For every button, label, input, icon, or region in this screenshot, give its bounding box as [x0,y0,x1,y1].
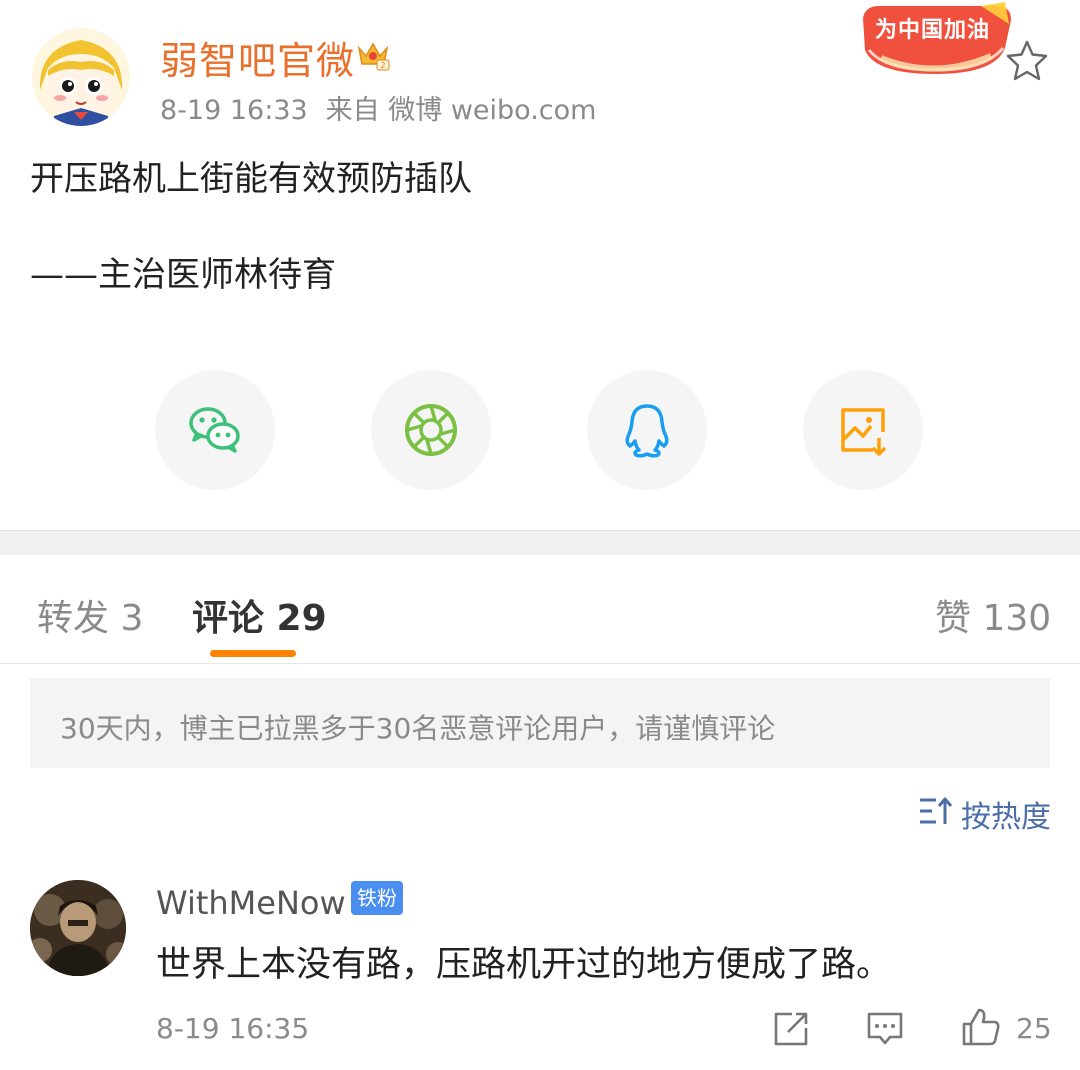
active-tab-indicator [210,650,296,657]
commenter-name[interactable]: WithMeNow [156,884,346,922]
comment-notice: 30天内，博主已拉黑多于30名恶意评论用户，请谨慎评论 [30,678,1050,768]
tab-repost[interactable]: 转发 3 [37,589,143,641]
save-image-icon [841,408,887,456]
post-time: 8-19 16:33 [160,95,308,126]
save-image-button[interactable] [803,370,923,490]
comment-text: 世界上本没有路，压路机开过的地方便成了路。 [156,945,892,985]
post-text-line: 开压路机上街能有效预防插队 [30,159,472,199]
svg-text:2: 2 [380,61,385,70]
repost-icon[interactable] [772,1010,810,1048]
moments-icon [405,404,457,456]
share-wechat-button[interactable] [155,370,275,490]
wechat-icon [189,407,240,453]
comment-time: 8-19 16:35 [156,1012,310,1045]
cheer-badge-label: 为中国加油 [875,18,991,43]
section-divider [0,530,1080,555]
comment-notice-text: 30天内，博主已拉黑多于30名恶意评论用户，请谨慎评论 [60,712,776,745]
post-meta: 8-19 16:33 来自 微博 weibo.com [160,88,596,127]
author-name[interactable]: 弱智吧官微 [160,30,355,85]
like-icon[interactable] [960,1006,1002,1048]
author-avatar[interactable] [32,28,130,126]
comment-item: WithMeNow 铁粉 世界上本没有路，压路机开过的地方便成了路。 8-19 … [0,870,1080,1070]
tab-likes[interactable]: 赞 130 [935,589,1051,641]
sort-label: 按热度 [961,800,1051,835]
qq-icon [625,404,669,458]
post-text-line: ——主治医师林待育 [30,255,336,295]
post-header: 弱智吧官微 2 8-19 16:33 来自 微博 weibo.com 为中国加油 [0,0,1080,140]
post-source: 来自 微博 weibo.com [325,95,597,126]
post-content: 开压路机上街能有效预防插队 ——主治医师林待育 [30,155,1050,299]
share-qq-button[interactable] [587,370,707,490]
tab-bar: 转发 3 评论 29 赞 130 [0,555,1080,664]
like-count: 25 [1016,1012,1052,1045]
sort-icon [920,797,953,824]
cheer-badge[interactable]: 为中国加油 [855,0,1015,78]
commenter-avatar[interactable] [30,880,126,976]
tab-comments[interactable]: 评论 29 [192,589,327,641]
share-moments-button[interactable] [371,370,491,490]
favorite-star-icon[interactable] [1004,38,1050,84]
crown-icon: 2 [357,42,390,71]
fan-badge: 铁粉 [351,881,403,915]
reply-icon[interactable] [866,1010,904,1048]
